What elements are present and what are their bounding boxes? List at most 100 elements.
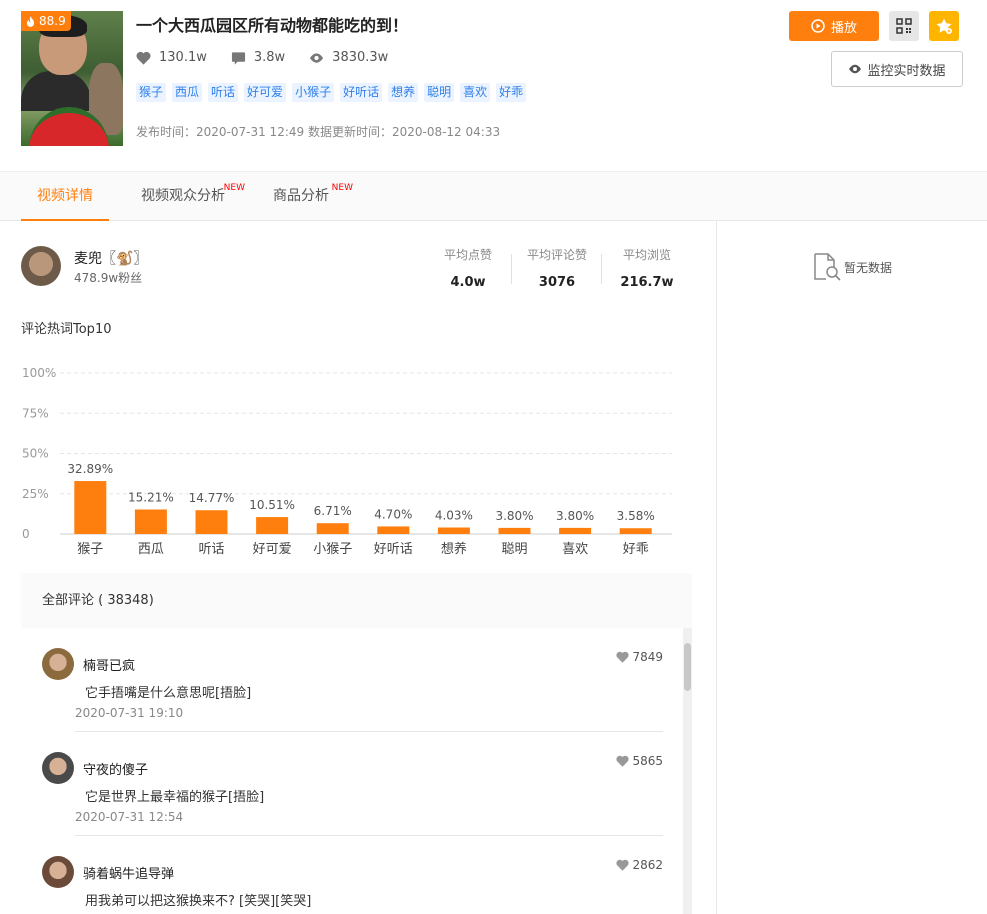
stat-divider [511, 254, 512, 284]
avg-comment-like: 平均评论赞 3076 [517, 246, 597, 290]
data-label: 6.71% [314, 504, 352, 518]
chart-title: 评论热词Top10 [21, 322, 112, 337]
bar [134, 509, 167, 534]
bar [377, 526, 410, 534]
data-label: 4.03% [435, 509, 473, 523]
tag-item[interactable]: 西瓜 [172, 83, 203, 102]
avg-comment-like-value: 3076 [538, 275, 576, 290]
play-button[interactable]: 播放 [789, 11, 879, 41]
bar [256, 517, 289, 534]
comment-item: 守夜的傻子 5865 它是世界上最幸福的猴子[捂脸] 2020-07-31 12:54 [21, 732, 683, 836]
tab-bar: 视频详情 视频观众分析 NEW 商品分析 NEW [0, 171, 987, 221]
author-name[interactable]: 麦兜〖🐒〗 [74, 248, 147, 268]
tag-item[interactable]: 想养 [388, 83, 419, 102]
heart-icon [616, 651, 630, 663]
tab-product-analysis[interactable]: 商品分析 NEW [273, 172, 353, 221]
bar [316, 523, 349, 534]
play-icon [811, 19, 825, 33]
y-tick-label: 100% [22, 366, 56, 380]
new-badge: NEW [223, 183, 245, 193]
comment-icon [231, 51, 245, 65]
data-label: 4.70% [374, 507, 412, 521]
author-avatar[interactable] [21, 246, 61, 286]
commenter-name[interactable]: 楠哥已疯 [83, 655, 135, 674]
scrollbar-thumb[interactable] [684, 643, 691, 691]
comment-item: 楠哥已疯 7849 它手捂嘴是什么意思呢[捂脸] 2020-07-31 19:10 [21, 628, 683, 732]
monitor-realtime-button[interactable]: 监控实时数据 [831, 51, 963, 87]
tab-video-details[interactable]: 视频详情 [21, 172, 109, 221]
video-stats: 130.1w 3.8w 3830.3w [136, 50, 412, 65]
hot-words-chart: 0 25% 50% 75% 100% 32.89% 猴子 15.21% 西瓜 14.77% 听话 10… [22, 366, 672, 557]
y-tick-label: 25% [22, 487, 49, 501]
video-title: 一个大西瓜园区所有动物都能吃的到！ [136, 16, 409, 35]
x-tick-label: 好乖 [623, 542, 649, 557]
data-label: 15.21% [128, 491, 174, 505]
comment-date: 2020-07-31 19:10 [75, 706, 184, 720]
x-tick-label: 小猴子 [313, 542, 352, 557]
x-tick-label: 猴子 [77, 542, 103, 557]
comment-likes-count: 7849 [632, 650, 663, 664]
bar [498, 527, 531, 534]
commenter-avatar[interactable] [42, 856, 74, 888]
tab-audience-analysis[interactable]: 视频观众分析 NEW [141, 172, 245, 221]
tag-item[interactable]: 小猴子 [292, 83, 335, 102]
data-label: 3.58% [617, 509, 655, 523]
commenter-avatar[interactable] [42, 648, 74, 680]
heart-icon [616, 755, 630, 767]
no-data-placeholder: 暂无数据 [812, 252, 892, 282]
comment-text: 它手捂嘴是什么意思呢[捂脸] [85, 686, 252, 701]
x-tick-label: 想养 [441, 541, 467, 557]
thumbnail-shirt [21, 71, 91, 111]
document-search-icon [814, 253, 841, 281]
tag-item[interactable]: 好可爱 [244, 83, 287, 102]
x-tick-label: 聪明 [501, 542, 527, 557]
bar [437, 527, 470, 534]
data-label: 3.80% [556, 509, 594, 523]
comment-text: 用我弟可以把这猴换来不? [笑哭][笑哭] [85, 894, 312, 909]
comment-likes[interactable]: 2862 [616, 858, 663, 872]
comment-likes-count: 2862 [632, 858, 663, 872]
data-label: 3.80% [495, 509, 533, 523]
x-tick-label: 西瓜 [138, 542, 164, 557]
comments-scrollbar[interactable] [683, 628, 692, 914]
qr-code-icon [896, 18, 912, 34]
star-icon [936, 18, 952, 34]
comment-likes[interactable]: 7849 [616, 650, 663, 664]
video-thumbnail[interactable] [21, 11, 123, 146]
tab-label: 视频观众分析 [141, 188, 225, 204]
eye-icon [849, 64, 862, 74]
tag-item[interactable]: 猴子 [136, 83, 167, 102]
tag-item[interactable]: 喜欢 [460, 83, 491, 102]
tag-item[interactable]: 聪明 [424, 83, 455, 102]
commenter-name[interactable]: 守夜的傻子 [83, 759, 148, 778]
tag-item[interactable]: 好听话 [340, 83, 383, 102]
views-count: 3830.3w [332, 50, 389, 65]
hot-score-badge: 88.9 [21, 11, 71, 31]
likes-count: 130.1w [159, 50, 207, 65]
commenter-avatar[interactable] [42, 752, 74, 784]
data-label: 32.89% [67, 462, 113, 476]
y-tick-label: 75% [22, 406, 49, 420]
comment-likes[interactable]: 5865 [616, 754, 663, 768]
bar [195, 510, 228, 534]
avg-view-value: 216.7w [620, 275, 674, 290]
avg-comment-like-label: 平均评论赞 [526, 248, 587, 262]
bar [74, 481, 107, 534]
tag-item[interactable]: 好乖 [496, 83, 527, 102]
comments-stat: 3.8w [231, 50, 285, 65]
tag-item[interactable]: 听话 [208, 83, 239, 102]
avg-like-label: 平均点赞 [443, 248, 492, 262]
tab-label: 视频详情 [37, 188, 93, 204]
monitor-label: 监控实时数据 [867, 63, 946, 79]
bar [559, 527, 592, 534]
qr-code-button[interactable] [889, 11, 919, 41]
no-data-text: 暂无数据 [844, 261, 893, 275]
views-stat: 3830.3w [309, 50, 388, 65]
comment-text: 它是世界上最幸福的猴子[捂脸] [85, 790, 265, 805]
bar [619, 528, 652, 534]
commenter-name[interactable]: 骑着蜗牛追导弹 [83, 863, 174, 882]
data-label: 10.51% [249, 498, 295, 512]
favorite-button[interactable] [929, 11, 959, 41]
likes-stat: 130.1w [136, 50, 207, 65]
avg-view: 平均浏览 216.7w [607, 246, 687, 290]
